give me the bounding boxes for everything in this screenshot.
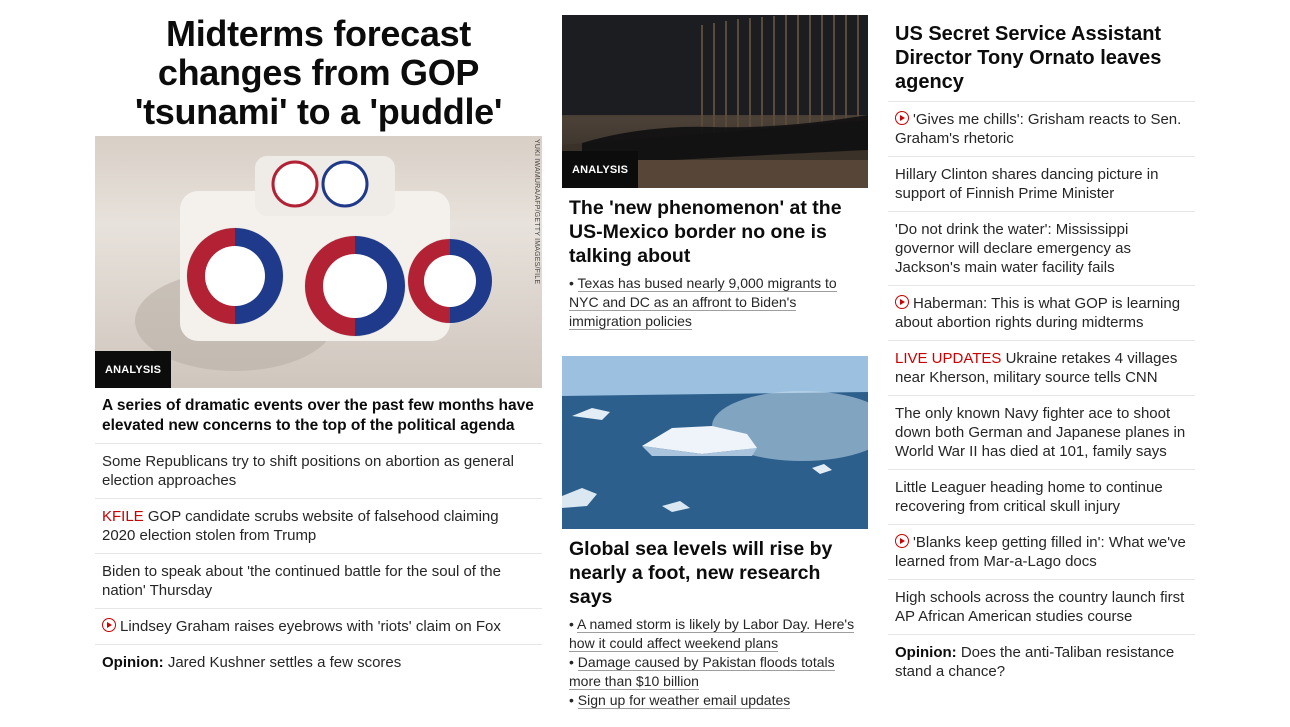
play-video-icon <box>102 618 116 632</box>
analysis-badge: ANALYSIS <box>562 151 639 188</box>
list-item-text: High schools across the country launch f… <box>895 589 1185 625</box>
secret-service-headline[interactable]: US Secret Service Assistant Director Ton… <box>888 0 1195 102</box>
icebergs-illustration <box>562 356 868 529</box>
list-item-text: Hillary Clinton shares dancing picture i… <box>895 166 1159 202</box>
list-item-text: 'Gives me chills': Grisham reacts to Sen… <box>895 111 1182 147</box>
image-credit: YUKI IWAMURA/AFP/GETTY IMAGES/FILE <box>533 139 540 285</box>
sea-level-story-headline[interactable]: Global sea levels will rise by nearly a … <box>562 529 868 613</box>
bullet-link[interactable]: • A named storm is likely by Labor Day. … <box>569 615 861 653</box>
list-item[interactable]: 'Do not drink the water': Mississippi go… <box>888 212 1195 286</box>
sea-level-story-bullets: • A named storm is likely by Labor Day. … <box>562 613 868 710</box>
list-item-text: 'Blanks keep getting filled in': What we… <box>895 534 1186 570</box>
border-crowd-image[interactable]: ANALYSIS <box>562 15 868 188</box>
border-story-headline[interactable]: The 'new phenomenon' at the US-Mexico bo… <box>562 188 868 272</box>
bullet-link[interactable]: • Sign up for weather email updates <box>569 691 861 710</box>
bullet-link[interactable]: • Damage caused by Pakistan floods total… <box>569 653 861 691</box>
list-item-text: Little Leaguer heading home to continue … <box>895 479 1163 515</box>
list-item-text: The only known Navy fighter ace to shoot… <box>895 405 1186 460</box>
list-item[interactable]: LIVE UPDATES Ukraine retakes 4 villages … <box>888 341 1195 396</box>
analysis-badge: ANALYSIS <box>95 351 172 388</box>
play-video-icon <box>895 295 909 309</box>
list-item-text: Biden to speak about 'the continued batt… <box>102 563 501 599</box>
middle-stories-column: ANALYSIS The 'new phenomenon' at the US-… <box>562 0 868 710</box>
lead-subheadline[interactable]: A series of dramatic events over the pas… <box>95 388 542 444</box>
play-video-icon <box>895 111 909 125</box>
list-item-text: Lindsey Graham raises eyebrows with 'rio… <box>120 618 501 635</box>
right-headline-list: 'Gives me chills': Grisham reacts to Sen… <box>888 102 1195 689</box>
lead-image-voted-stickers[interactable]: YUKI IWAMURA/AFP/GETTY IMAGES/FILE ANALY… <box>95 136 542 388</box>
lead-story-column: Midterms forecast changes from GOP 'tsun… <box>95 0 542 680</box>
list-item[interactable]: Opinion: Jared Kushner settles a few sco… <box>95 645 542 680</box>
list-item[interactable]: 'Blanks keep getting filled in': What we… <box>888 525 1195 580</box>
list-item[interactable]: Hillary Clinton shares dancing picture i… <box>888 157 1195 212</box>
list-item[interactable]: Little Leaguer heading home to continue … <box>888 470 1195 525</box>
kfile-label: KFILE <box>102 508 144 525</box>
list-item-text: Jared Kushner settles a few scores <box>163 654 402 671</box>
list-item[interactable]: High schools across the country launch f… <box>888 580 1195 635</box>
list-item[interactable]: The only known Navy fighter ace to shoot… <box>888 396 1195 470</box>
lead-headline[interactable]: Midterms forecast changes from GOP 'tsun… <box>95 0 542 131</box>
list-item[interactable]: Biden to speak about 'the continued batt… <box>95 554 542 609</box>
sea-ice-image[interactable] <box>562 356 868 529</box>
list-item-text: Some Republicans try to shift positions … <box>102 453 514 489</box>
list-item[interactable]: Lindsey Graham raises eyebrows with 'rio… <box>95 609 542 645</box>
live-updates-label: LIVE UPDATES <box>895 350 1002 367</box>
list-item-text: Haberman: This is what GOP is learning a… <box>895 295 1181 331</box>
right-stories-column: US Secret Service Assistant Director Ton… <box>888 0 1195 689</box>
play-video-icon <box>895 534 909 548</box>
lead-related-list: Some Republicans try to shift positions … <box>95 444 542 680</box>
list-item[interactable]: 'Gives me chills': Grisham reacts to Sen… <box>888 102 1195 157</box>
list-item-text: 'Do not drink the water': Mississippi go… <box>895 221 1131 276</box>
list-item-text: GOP candidate scrubs website of falsehoo… <box>102 508 499 544</box>
list-item[interactable]: Some Republicans try to shift positions … <box>95 444 542 499</box>
list-item[interactable]: Haberman: This is what GOP is learning a… <box>888 286 1195 341</box>
opinion-label: Opinion: <box>102 654 164 671</box>
bullet-link[interactable]: • Texas has bused nearly 9,000 migrants … <box>569 274 861 331</box>
list-item[interactable]: Opinion: Does the anti-Taliban resistanc… <box>888 635 1195 689</box>
border-story-bullets: • Texas has bused nearly 9,000 migrants … <box>562 272 868 331</box>
list-item[interactable]: KFILE GOP candidate scrubs website of fa… <box>95 499 542 554</box>
opinion-label: Opinion: <box>895 644 957 661</box>
